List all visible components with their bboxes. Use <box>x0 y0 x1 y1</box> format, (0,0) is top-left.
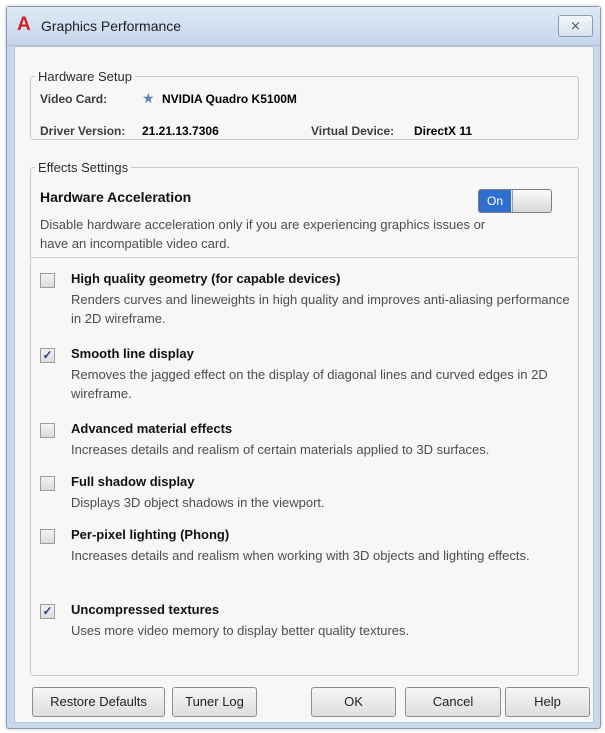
option-title: Full shadow display <box>71 474 195 489</box>
option-description: Displays 3D object shadows in the viewpo… <box>71 495 325 510</box>
dialog-title: Graphics Performance <box>41 18 182 34</box>
option-description: Removes the jagged effect on the display… <box>71 367 548 401</box>
cancel-button[interactable]: Cancel <box>405 687 501 717</box>
close-button[interactable]: ⨯ <box>558 15 593 37</box>
option-title: Uncompressed textures <box>71 602 220 617</box>
hardware-acceleration-title: Hardware Acceleration <box>40 189 192 205</box>
title-bar[interactable]: A Graphics Performance ⨯ <box>7 7 600 46</box>
hardware-acceleration-description: Disable hardware acceleration only if yo… <box>40 217 486 251</box>
divider <box>31 257 578 258</box>
hardware-setup-legend: Hardware Setup <box>38 69 132 84</box>
effects-settings-legend: Effects Settings <box>38 160 129 175</box>
smooth-line-display-checkbox[interactable]: ✓ <box>40 348 55 363</box>
virtual-device-label: Virtual Device: <box>311 124 395 138</box>
ok-button[interactable]: OK <box>311 687 396 717</box>
restore-defaults-button[interactable]: Restore Defaults <box>32 687 165 717</box>
option-title: High quality geometry (for capable devic… <box>71 271 341 286</box>
per-pixel-lighting-checkbox[interactable] <box>40 529 55 544</box>
video-card-label: Video Card: <box>40 92 108 106</box>
autocad-logo-icon: A <box>17 14 31 35</box>
dialog-content: Hardware Setup Video Card: ★ NVIDIA Quad… <box>14 46 594 723</box>
option-description: Increases details and realism of certain… <box>71 442 490 457</box>
uncompressed-textures-checkbox[interactable]: ✓ <box>40 604 55 619</box>
option-title: Per-pixel lighting (Phong) <box>71 527 230 542</box>
hardware-setup-group: Hardware Setup Video Card: ★ NVIDIA Quad… <box>30 69 579 140</box>
option-title: Smooth line display <box>71 346 194 361</box>
hardware-acceleration-toggle[interactable]: On <box>478 189 552 213</box>
driver-version-label: Driver Version: <box>40 124 126 138</box>
driver-version-value: 21.21.13.7306 <box>142 124 219 138</box>
toggle-on-label: On <box>479 190 511 212</box>
close-icon: ⨯ <box>570 18 581 33</box>
star-icon: ★ <box>142 90 155 106</box>
option-title: Advanced material effects <box>71 421 233 436</box>
help-button[interactable]: Help <box>505 687 590 717</box>
full-shadow-display-checkbox[interactable] <box>40 476 55 491</box>
option-description: Uses more video memory to display better… <box>71 623 410 638</box>
effects-settings-group: Effects Settings Hardware Acceleration O… <box>30 160 579 676</box>
high-quality-geometry-checkbox[interactable] <box>40 273 55 288</box>
option-description: Renders curves and lineweights in high q… <box>71 292 570 326</box>
tuner-log-button[interactable]: Tuner Log <box>172 687 257 717</box>
advanced-material-effects-checkbox[interactable] <box>40 423 55 438</box>
toggle-knob <box>512 190 551 212</box>
option-description: Increases details and realism when worki… <box>71 548 530 563</box>
virtual-device-value: DirectX 11 <box>414 124 473 138</box>
graphics-performance-dialog: A Graphics Performance ⨯ Hardware Setup … <box>6 6 601 729</box>
video-card-value: NVIDIA Quadro K5100M <box>162 92 297 106</box>
